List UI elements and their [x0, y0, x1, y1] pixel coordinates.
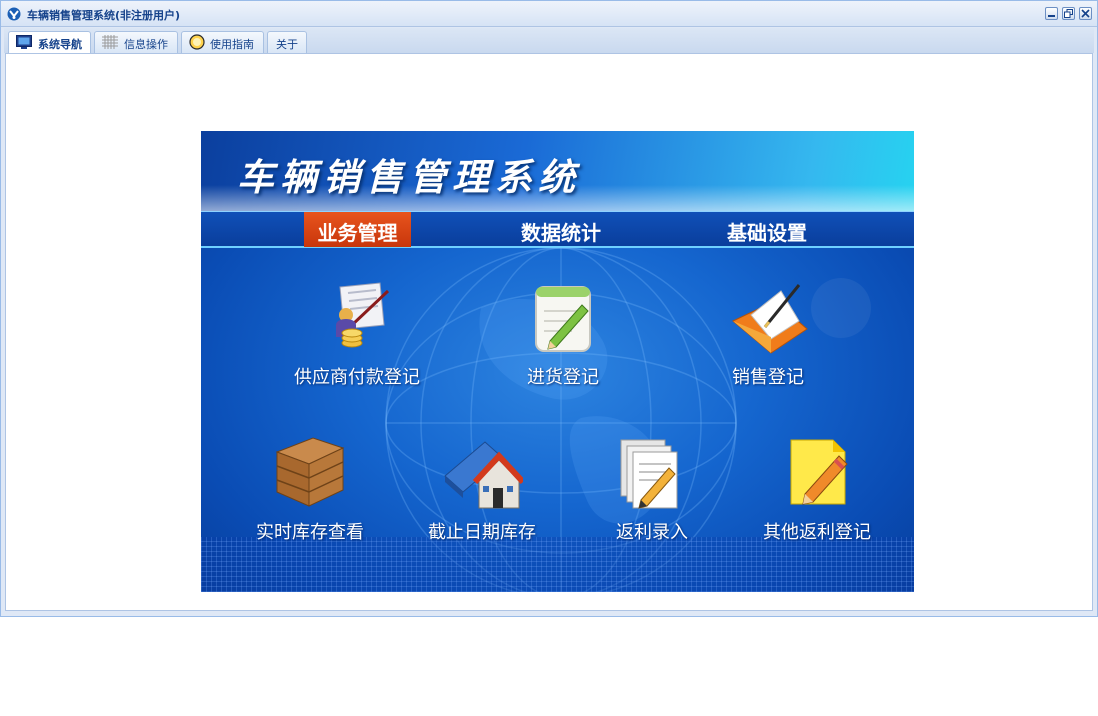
supplier-payment-button[interactable]: 供应商付款登记: [287, 281, 427, 389]
sales-folder-icon: [732, 284, 808, 354]
restore-button[interactable]: [1062, 7, 1075, 20]
grid-pattern: [201, 537, 914, 592]
panel-title: 车辆销售管理系统: [237, 156, 581, 199]
tab-system-navigation[interactable]: 系统导航: [8, 31, 91, 54]
nav-business-management[interactable]: 业务管理: [304, 212, 411, 247]
function-label: 销售登记: [732, 367, 804, 388]
realtime-stock-button[interactable]: 实时库存查看: [251, 434, 369, 543]
nav-basic-settings[interactable]: 基础设置: [712, 212, 822, 247]
tab-user-guide[interactable]: 使用指南: [181, 31, 264, 53]
sales-registration-button[interactable]: 销售登记: [713, 281, 823, 389]
supplier-payment-icon: [336, 282, 390, 348]
function-label: 其他返利登记: [763, 522, 871, 543]
function-label: 返利录入: [616, 522, 688, 543]
monitor-icon: [16, 35, 32, 49]
restore-icon: [1064, 9, 1073, 18]
minimize-icon: [1048, 15, 1055, 17]
app-logo-icon: [7, 7, 21, 21]
close-button[interactable]: [1079, 7, 1092, 20]
tab-label: 信息操作: [124, 38, 168, 51]
other-rebate-registration-button[interactable]: 其他返利登记: [757, 434, 877, 543]
documents-pencil-icon: [620, 439, 678, 509]
function-label: 供应商付款登记: [294, 367, 420, 388]
lightbulb-icon: [189, 34, 205, 50]
function-label: 进货登记: [527, 367, 599, 388]
purchase-notepad-icon: [535, 286, 591, 352]
function-label: 截止日期库存: [428, 522, 536, 543]
close-icon: [1081, 9, 1090, 18]
wooden-crate-icon: [275, 437, 345, 507]
navigation-panel: 车辆销售管理系统 业务管理 数据统计 基础设置 供应商付款登记 进货登记 销售登…: [201, 131, 914, 592]
purchase-registration-button[interactable]: 进货登记: [508, 281, 618, 389]
window-title: 车辆销售管理系统(非注册用户): [27, 9, 181, 22]
tab-label: 关于: [276, 38, 298, 51]
tab-label: 系统导航: [38, 38, 82, 51]
house-book-icon: [444, 441, 523, 509]
tab-info-operation[interactable]: 信息操作: [94, 31, 178, 53]
function-label: 实时库存查看: [256, 522, 364, 543]
tab-about[interactable]: 关于: [267, 31, 307, 53]
panel-nav-bar: 业务管理 数据统计 基础设置: [201, 211, 914, 248]
tab-strip: 系统导航 信息操作 使用指南 关于: [4, 28, 1094, 54]
nav-data-statistics[interactable]: 数据统计: [506, 212, 616, 247]
sticky-note-pencil-icon: [790, 439, 848, 505]
rebate-entry-button[interactable]: 返利录入: [597, 434, 707, 543]
grid-icon: [102, 35, 118, 49]
title-bar[interactable]: 车辆销售管理系统(非注册用户): [1, 1, 1097, 27]
tab-label: 使用指南: [210, 38, 254, 51]
minimize-button[interactable]: [1045, 7, 1058, 20]
cutoff-date-stock-button[interactable]: 截止日期库存: [423, 434, 541, 543]
